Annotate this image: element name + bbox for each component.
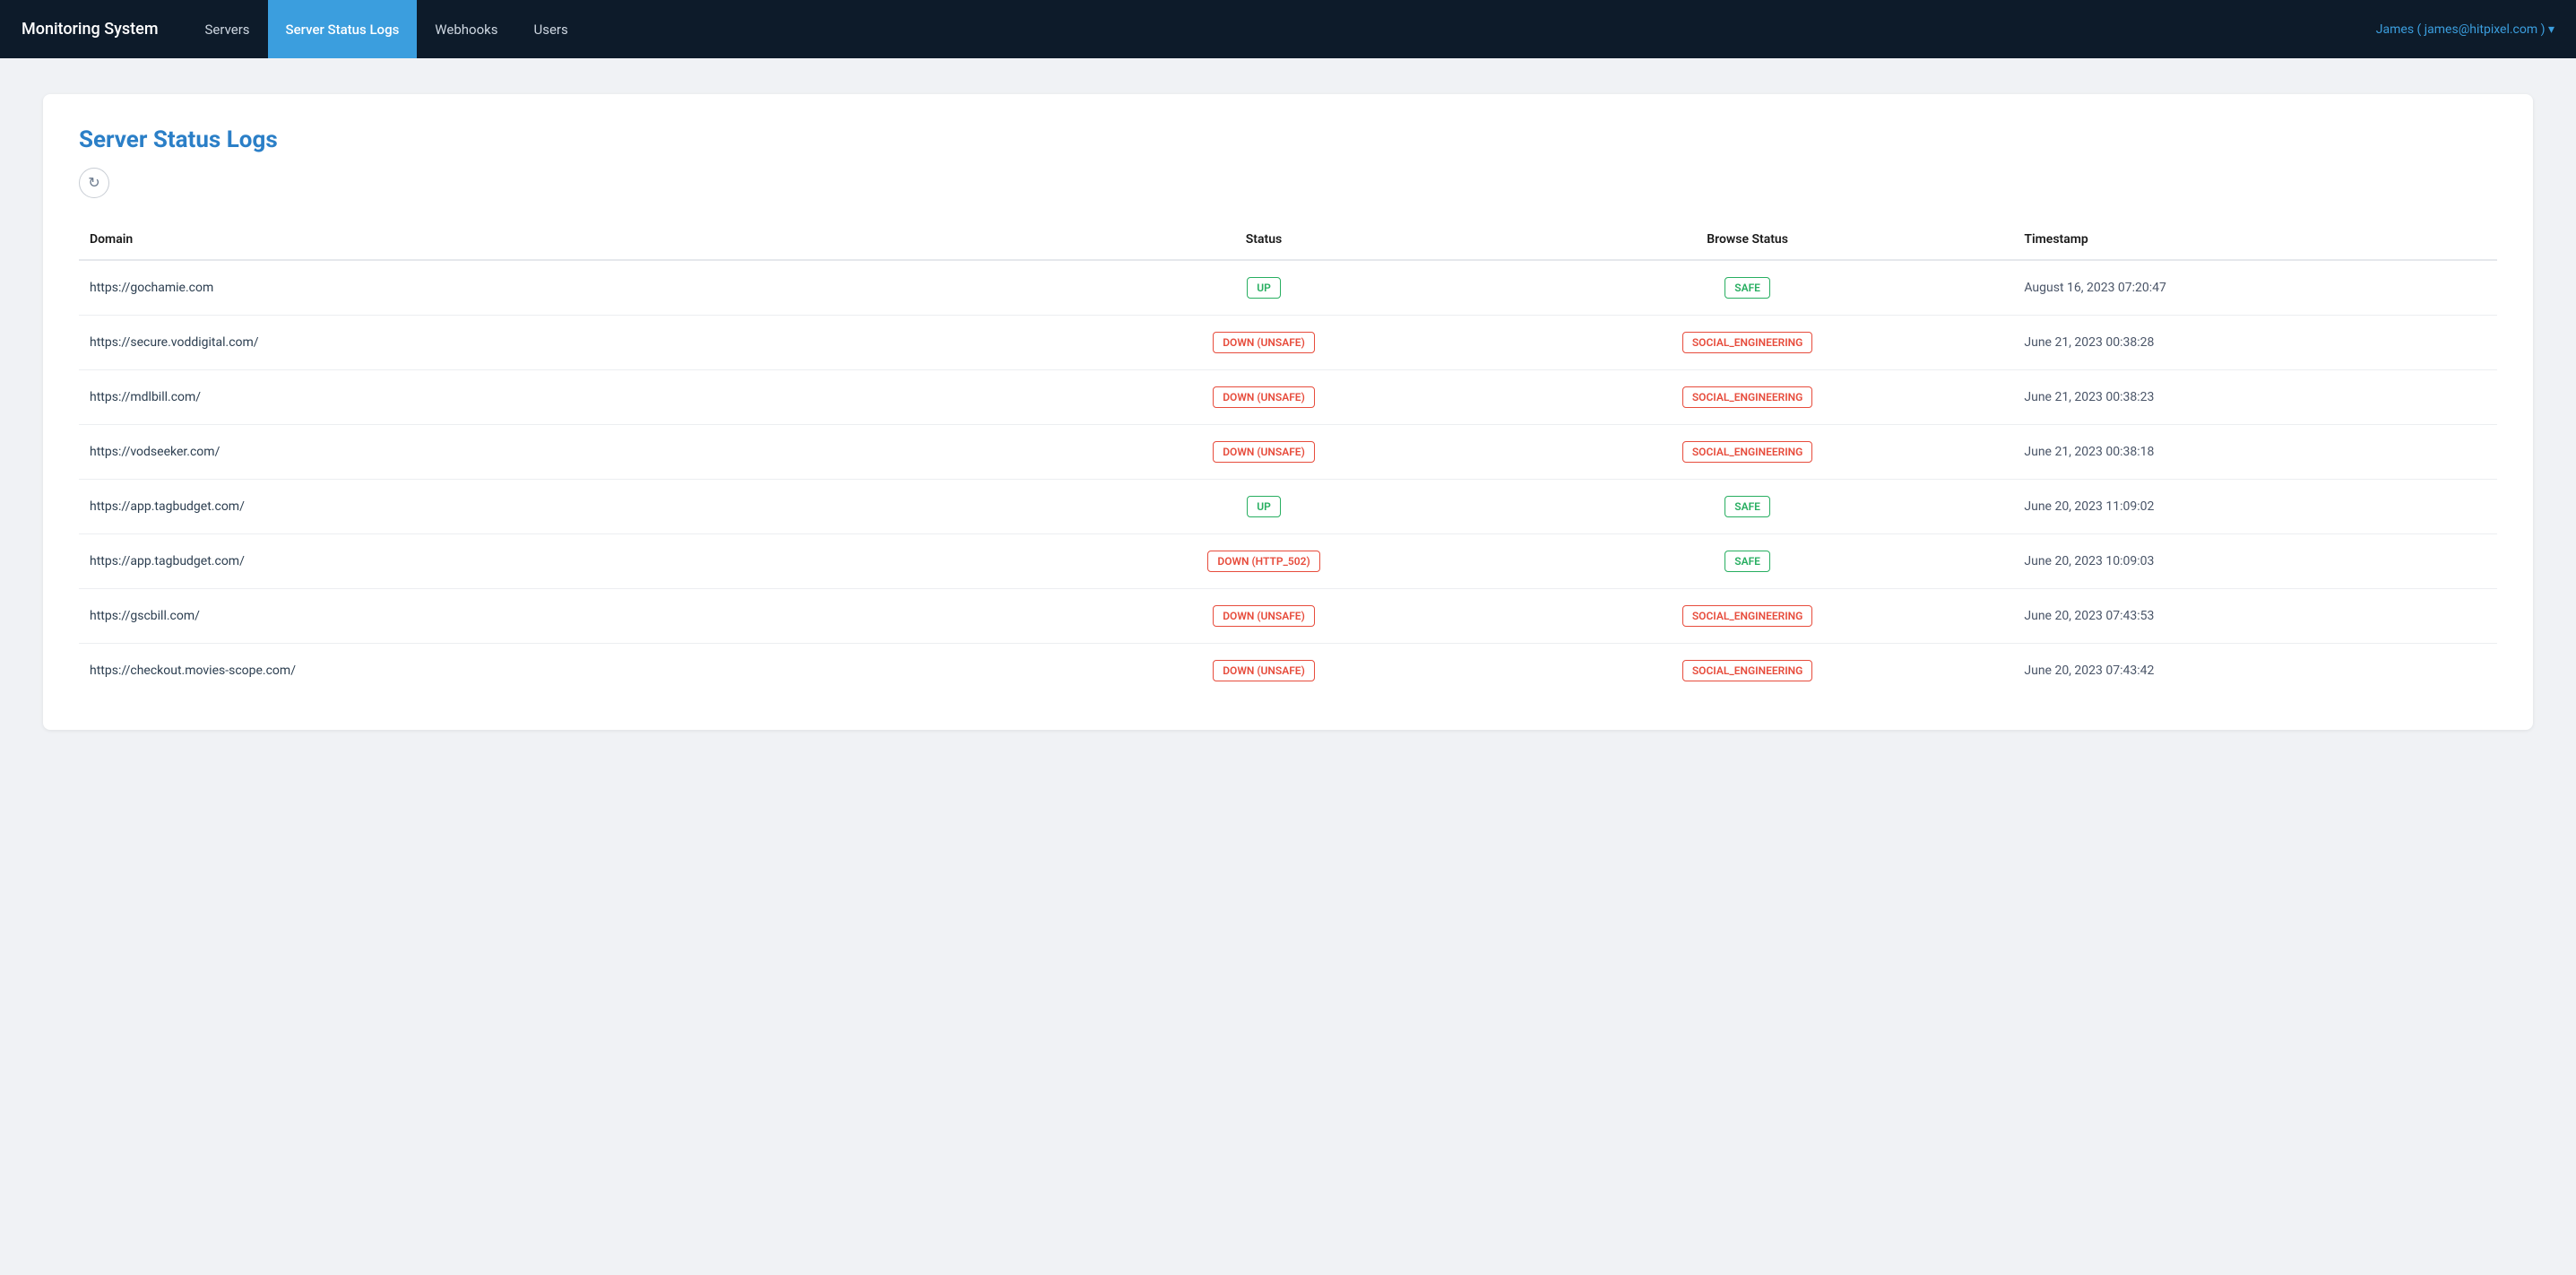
cell-browse-status: SOCIAL_ENGINEERING bbox=[1482, 644, 2014, 698]
cell-status: DOWN (UNSAFE) bbox=[1046, 370, 1482, 425]
cell-domain: https://checkout.movies-scope.com/ bbox=[79, 644, 1046, 698]
nav-links: Servers Server Status Logs Webhooks User… bbox=[187, 0, 2376, 58]
cell-timestamp: June 21, 2023 00:38:23 bbox=[2013, 370, 2497, 425]
cell-browse-status: SOCIAL_ENGINEERING bbox=[1482, 425, 2014, 480]
browse-status-badge: SAFE bbox=[1725, 551, 1770, 572]
cell-browse-status: SAFE bbox=[1482, 480, 2014, 534]
brand-title: Monitoring System bbox=[22, 20, 159, 39]
cell-browse-status: SOCIAL_ENGINEERING bbox=[1482, 316, 2014, 370]
cell-domain: https://gochamie.com bbox=[79, 260, 1046, 316]
browse-status-badge: SAFE bbox=[1725, 277, 1770, 299]
cell-timestamp: June 21, 2023 00:38:18 bbox=[2013, 425, 2497, 480]
table-row: https://secure.voddigital.com/DOWN (UNSA… bbox=[79, 316, 2497, 370]
browse-status-badge: SOCIAL_ENGINEERING bbox=[1682, 441, 1813, 463]
table-row: https://gscbill.com/DOWN (UNSAFE) SOCIAL_… bbox=[79, 589, 2497, 644]
table-row: https://mdlbill.com/DOWN (UNSAFE) SOCIAL_… bbox=[79, 370, 2497, 425]
nav-webhooks[interactable]: Webhooks bbox=[417, 0, 515, 58]
cell-timestamp: June 20, 2023 11:09:02 bbox=[2013, 480, 2497, 534]
table-header: Domain Status Browse Status Timestamp bbox=[79, 223, 2497, 260]
main-card: Server Status Logs ↻ Domain Status Brows… bbox=[43, 94, 2533, 730]
browse-status-badge: SOCIAL_ENGINEERING bbox=[1682, 332, 1813, 353]
cell-domain: https://app.tagbudget.com/ bbox=[79, 480, 1046, 534]
cell-browse-status: SAFE bbox=[1482, 534, 2014, 589]
status-badge: DOWN (UNSAFE) bbox=[1213, 386, 1315, 408]
user-label: James ( james@hitpixel.com ) ▾ bbox=[2376, 22, 2554, 37]
nav-server-status-logs[interactable]: Server Status Logs bbox=[268, 0, 418, 58]
cell-domain: https://secure.voddigital.com/ bbox=[79, 316, 1046, 370]
table-body: https://gochamie.com UP SAFE August 16, 202… bbox=[79, 260, 2497, 698]
cell-timestamp: June 20, 2023 10:09:03 bbox=[2013, 534, 2497, 589]
cell-timestamp: August 16, 2023 07:20:47 bbox=[2013, 260, 2497, 316]
col-header-timestamp: Timestamp bbox=[2013, 223, 2497, 260]
browse-status-badge: SOCIAL_ENGINEERING bbox=[1682, 605, 1813, 627]
cell-status: DOWN (UNSAFE) bbox=[1046, 589, 1482, 644]
col-header-domain: Domain bbox=[79, 223, 1046, 260]
status-badge: DOWN (UNSAFE) bbox=[1213, 332, 1315, 353]
cell-timestamp: June 20, 2023 07:43:53 bbox=[2013, 589, 2497, 644]
table-row: https://app.tagbudget.com/UP SAFE June 20,… bbox=[79, 480, 2497, 534]
cell-domain: https://vodseeker.com/ bbox=[79, 425, 1046, 480]
cell-status: DOWN (UNSAFE) bbox=[1046, 425, 1482, 480]
cell-status: DOWN (UNSAFE) bbox=[1046, 644, 1482, 698]
cell-timestamp: June 20, 2023 07:43:42 bbox=[2013, 644, 2497, 698]
refresh-button[interactable]: ↻ bbox=[79, 168, 109, 198]
status-badge: UP bbox=[1247, 496, 1281, 517]
cell-status: UP bbox=[1046, 480, 1482, 534]
refresh-icon: ↻ bbox=[88, 174, 99, 192]
table-row: https://app.tagbudget.com/DOWN (HTTP_502… bbox=[79, 534, 2497, 589]
status-badge: DOWN (UNSAFE) bbox=[1213, 441, 1315, 463]
cell-timestamp: June 21, 2023 00:38:28 bbox=[2013, 316, 2497, 370]
status-badge: DOWN (UNSAFE) bbox=[1213, 660, 1315, 681]
browse-status-badge: SOCIAL_ENGINEERING bbox=[1682, 386, 1813, 408]
cell-domain: https://mdlbill.com/ bbox=[79, 370, 1046, 425]
cell-domain: https://gscbill.com/ bbox=[79, 589, 1046, 644]
page-content: Server Status Logs ↻ Domain Status Brows… bbox=[0, 58, 2576, 766]
status-badge: UP bbox=[1247, 277, 1281, 299]
table-row: https://vodseeker.com/DOWN (UNSAFE) SOCIA… bbox=[79, 425, 2497, 480]
browse-status-badge: SOCIAL_ENGINEERING bbox=[1682, 660, 1813, 681]
user-menu[interactable]: James ( james@hitpixel.com ) ▾ bbox=[2376, 22, 2554, 37]
navbar: Monitoring System Servers Server Status … bbox=[0, 0, 2576, 58]
cell-status: DOWN (HTTP_502) bbox=[1046, 534, 1482, 589]
nav-servers[interactable]: Servers bbox=[187, 0, 268, 58]
cell-browse-status: SOCIAL_ENGINEERING bbox=[1482, 370, 2014, 425]
cell-browse-status: SOCIAL_ENGINEERING bbox=[1482, 589, 2014, 644]
table-row: https://checkout.movies-scope.com/DOWN (… bbox=[79, 644, 2497, 698]
col-header-status: Status bbox=[1046, 223, 1482, 260]
browse-status-badge: SAFE bbox=[1725, 496, 1770, 517]
col-header-browse: Browse Status bbox=[1482, 223, 2014, 260]
cell-status: DOWN (UNSAFE) bbox=[1046, 316, 1482, 370]
status-badge: DOWN (HTTP_502) bbox=[1207, 551, 1319, 572]
cell-domain: https://app.tagbudget.com/ bbox=[79, 534, 1046, 589]
header-row: Domain Status Browse Status Timestamp bbox=[79, 223, 2497, 260]
page-title: Server Status Logs bbox=[79, 126, 2497, 153]
status-badge: DOWN (UNSAFE) bbox=[1213, 605, 1315, 627]
table-row: https://gochamie.com UP SAFE August 16, 202… bbox=[79, 260, 2497, 316]
status-logs-table: Domain Status Browse Status Timestamp ht… bbox=[79, 223, 2497, 698]
nav-users[interactable]: Users bbox=[515, 0, 585, 58]
cell-status: UP bbox=[1046, 260, 1482, 316]
cell-browse-status: SAFE bbox=[1482, 260, 2014, 316]
